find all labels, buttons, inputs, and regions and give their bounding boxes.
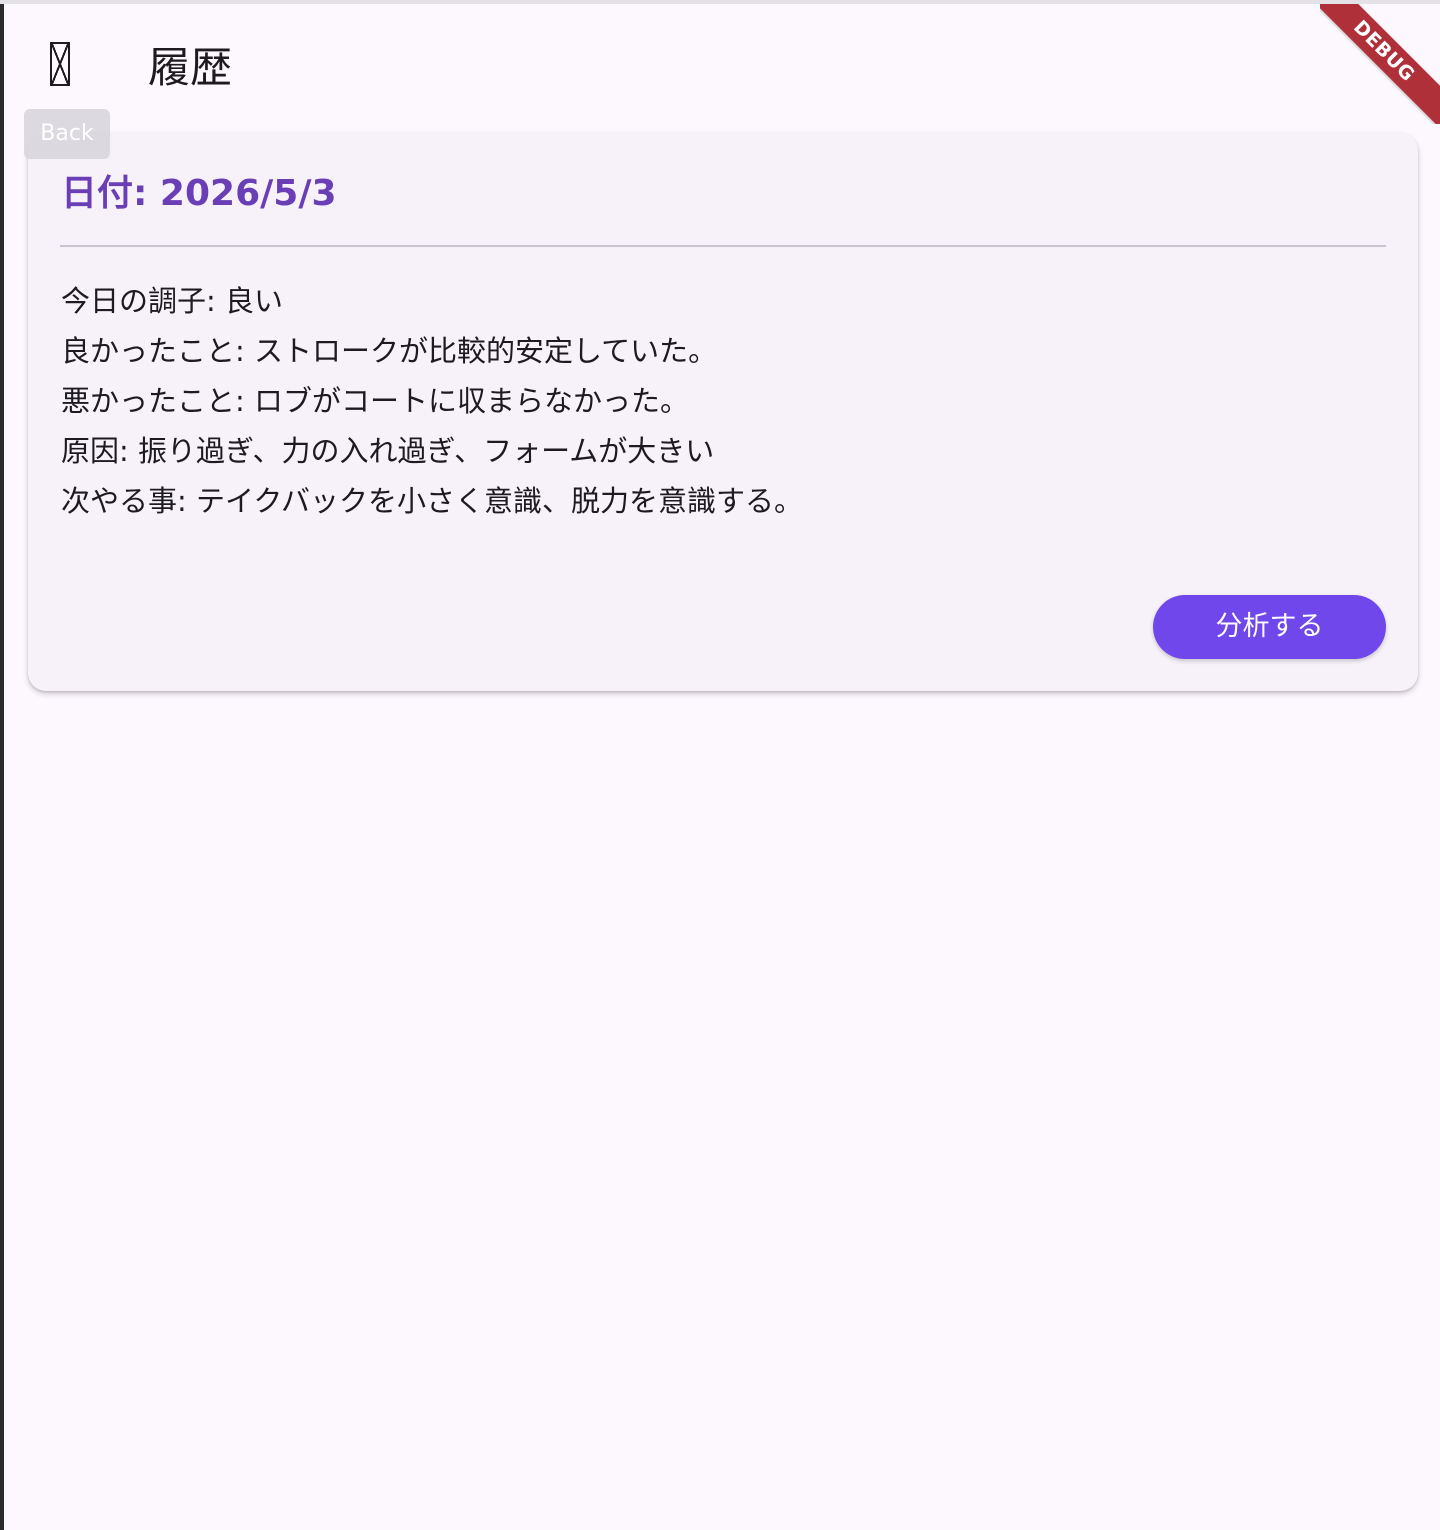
record-date: 日付: 2026/5/3 [61, 173, 337, 214]
entry-cause: 原因: 振り過ぎ、力の入れ過ぎ、フォームが大きい [61, 434, 715, 468]
window-edge [0, 0, 4, 1530]
entry-bad-points: 悪かったこと: ロブがコートに収まらなかった。 [61, 384, 689, 418]
page-title: 履歴 [148, 43, 233, 92]
record-entries: 今日の調子: 良い 良かったこと: ストロークが比較的安定していた。 悪かったこ… [61, 276, 803, 526]
history-record-card: 日付: 2026/5/3 今日の調子: 良い 良かったこと: ストロークが比較的… [28, 133, 1418, 691]
app-bar: 履歴 [4, 4, 1440, 124]
analyze-button[interactable]: 分析する [1153, 595, 1386, 659]
debug-banner: DEBUG [1320, 4, 1440, 124]
arrow-back-icon[interactable] [50, 42, 70, 86]
card-divider [60, 245, 1386, 247]
entry-condition: 今日の調子: 良い [61, 284, 283, 318]
back-tooltip: Back [24, 109, 110, 159]
debug-ribbon-label: DEBUG [1320, 4, 1440, 124]
entry-next-action: 次やる事: テイクバックを小さく意識、脱力を意識する。 [61, 484, 803, 518]
entry-good-points: 良かったこと: ストロークが比較的安定していた。 [61, 334, 718, 368]
